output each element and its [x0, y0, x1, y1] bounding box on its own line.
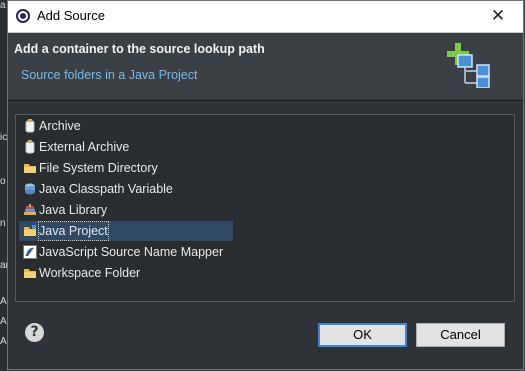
background-text: A: [0, 316, 7, 327]
list-item-javascript-source-name-mapper[interactable]: JavaScript Source Name Mapper: [19, 242, 233, 262]
mapper-icon: [23, 245, 37, 259]
library-icon: [24, 204, 36, 215]
list-item-label: Java Library: [39, 203, 108, 217]
project-folder-icon: [24, 225, 36, 236]
list-item-file-system-directory[interactable]: File System Directory: [19, 158, 233, 178]
archive-icon: [25, 119, 35, 133]
background-text: o: [0, 176, 6, 187]
list-item-label: Workspace Folder: [39, 266, 141, 280]
header-description: Source folders in a Java Project: [21, 68, 198, 82]
add-source-dialog: Add Source ✕ Add a container to the sour…: [7, 0, 524, 370]
help-button[interactable]: ?: [25, 323, 44, 342]
workspace-folder-icon: [24, 269, 36, 278]
wizard-header: Add a container to the source lookup pat…: [8, 33, 523, 99]
ok-button[interactable]: OK: [318, 323, 407, 347]
list-item-label: Archive: [39, 119, 81, 133]
list-item-java-classpath-variable[interactable]: Java Classpath Variable: [19, 179, 233, 199]
background-text: A: [0, 296, 7, 307]
list-item-label: Java Classpath Variable: [39, 182, 173, 196]
close-button[interactable]: ✕: [487, 5, 509, 27]
source-tree-wizard-icon: [447, 43, 490, 88]
external-archive-icon: [25, 140, 35, 154]
list-item-workspace-folder[interactable]: Workspace Folder: [19, 263, 233, 283]
dialog-titlebar[interactable]: Add Source ✕: [8, 1, 523, 33]
header-separator: [8, 100, 523, 101]
classpath-variable-icon: [25, 183, 35, 195]
background-text: A: [0, 336, 7, 347]
list-item-label: Java Project: [38, 221, 109, 241]
list-item-archive[interactable]: Archive: [19, 116, 233, 136]
list-item-java-library[interactable]: Java Library: [19, 200, 233, 220]
list-item-label: External Archive: [39, 140, 130, 154]
list-item-label: JavaScript Source Name Mapper: [39, 245, 224, 259]
background-text: n: [0, 218, 6, 229]
dialog-title: Add Source: [37, 8, 105, 23]
list-item-java-project[interactable]: Java Project: [19, 221, 233, 241]
header-title: Add a container to the source lookup pat…: [14, 42, 265, 56]
list-item-external-archive[interactable]: External Archive: [19, 137, 233, 157]
source-type-list[interactable]: Archive External Archive File System Dir…: [15, 114, 515, 302]
folder-icon: [24, 164, 36, 173]
background-text: a: [0, 0, 6, 11]
list-item-label: File System Directory: [39, 161, 158, 175]
cancel-button[interactable]: Cancel: [416, 323, 505, 347]
eclipse-app-icon: [16, 9, 30, 23]
